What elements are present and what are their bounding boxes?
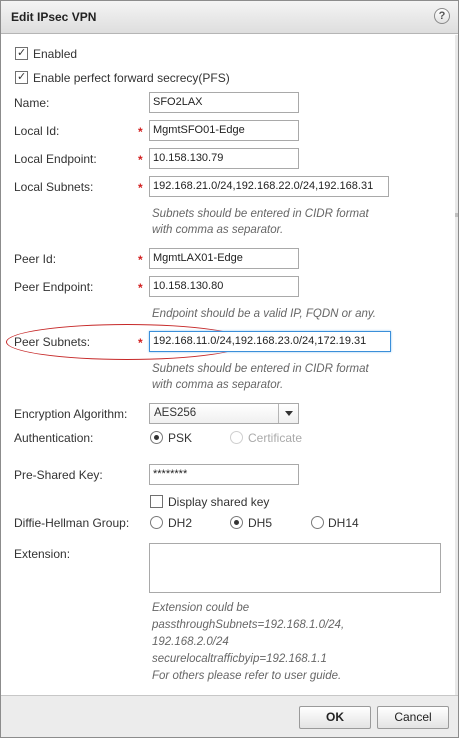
extension-textarea[interactable]	[149, 543, 441, 593]
extension-hint-line: 192.168.2.0/24	[152, 636, 229, 648]
authentication-label: Authentication:	[14, 431, 94, 445]
required-marker: *	[138, 181, 143, 195]
required-marker: *	[138, 153, 143, 167]
psk-radio[interactable]	[150, 431, 163, 444]
display-shared-key-label: Display shared key	[168, 495, 270, 509]
peer-endpoint-label: Peer Endpoint:	[14, 280, 94, 294]
checkmark-icon: ✓	[17, 71, 27, 83]
peer-subnets-hint: with comma as separator.	[152, 379, 284, 391]
local-subnets-hint: Subnets should be entered in CIDR format	[152, 208, 369, 220]
dh14-radio[interactable]	[311, 516, 324, 529]
dh14-label: DH14	[328, 516, 359, 530]
peer-subnets-label: Peer Subnets:	[14, 335, 91, 349]
dh-group-label: Diffie-Hellman Group:	[14, 516, 130, 530]
extension-hint-line: securelocaltrafficbyip=192.168.1.1	[152, 653, 327, 665]
peer-subnets-input[interactable]: 192.168.11.0/24,192.168.23.0/24,172.19.3…	[149, 331, 391, 352]
peer-endpoint-input[interactable]: 10.158.130.80	[149, 276, 299, 297]
local-id-label: Local Id:	[14, 124, 60, 138]
local-subnets-input[interactable]: 192.168.21.0/24,192.168.22.0/24,192.168.…	[149, 176, 389, 197]
enabled-checkbox[interactable]: ✓	[15, 47, 28, 60]
help-icon[interactable]: ?	[434, 8, 450, 24]
cancel-button[interactable]: Cancel	[377, 706, 449, 729]
required-marker: *	[138, 125, 143, 139]
checkmark-icon: ✓	[17, 47, 27, 59]
encryption-selected-value: AES256	[154, 407, 197, 419]
local-subnets-hint: with comma as separator.	[152, 224, 284, 236]
dh2-radio[interactable]	[150, 516, 163, 529]
dh2-label: DH2	[168, 516, 193, 530]
scrollbar-thumb[interactable]	[455, 213, 458, 217]
encryption-label: Encryption Algorithm:	[14, 407, 128, 421]
dh5-radio[interactable]	[230, 516, 243, 529]
ok-button[interactable]: OK	[299, 706, 371, 729]
peer-id-label: Peer Id:	[14, 252, 57, 266]
certificate-label: Certificate	[248, 431, 303, 445]
dh5-label: DH5	[248, 516, 273, 530]
local-endpoint-input[interactable]: 10.158.130.79	[149, 148, 299, 169]
dialog-footer: OK Cancel	[1, 695, 458, 737]
required-marker: *	[138, 281, 143, 295]
enabled-label: Enabled	[33, 47, 78, 61]
scrollbar[interactable]	[455, 35, 458, 695]
dialog-titlebar: Edit IPsec VPN ?	[1, 1, 458, 34]
peer-id-input[interactable]: MgmtLAX01-Edge	[149, 248, 299, 269]
edit-ipsec-vpn-dialog: Edit IPsec VPN ? ✓ Enabled ✓ Enable perf…	[0, 0, 459, 738]
pfs-checkbox[interactable]: ✓	[15, 71, 28, 84]
display-shared-key-checkbox[interactable]	[150, 495, 163, 508]
required-marker: *	[138, 336, 143, 350]
peer-subnets-hint: Subnets should be entered in CIDR format	[152, 363, 369, 375]
local-id-input[interactable]: MgmtSFO01-Edge	[149, 120, 299, 141]
extension-hint-line: Extension could be	[152, 602, 250, 614]
radio-selected-dot	[234, 520, 239, 525]
peer-endpoint-hint: Endpoint should be a valid IP, FQDN or a…	[152, 308, 376, 320]
local-endpoint-label: Local Endpoint:	[14, 152, 97, 166]
chevron-down-icon	[285, 411, 293, 416]
required-marker: *	[138, 253, 143, 267]
name-input[interactable]: SFO2LAX	[149, 92, 299, 113]
extension-label: Extension:	[14, 547, 71, 561]
extension-hint-line: passthroughSubnets=192.168.1.0/24,	[152, 619, 345, 631]
pre-shared-key-label: Pre-Shared Key:	[14, 468, 103, 482]
pre-shared-key-input[interactable]: ********	[149, 464, 299, 485]
extension-hint-line: For others please refer to user guide.	[152, 670, 342, 682]
local-subnets-label: Local Subnets:	[14, 180, 94, 194]
pfs-label: Enable perfect forward secrecy(PFS)	[33, 71, 230, 85]
dropdown-toggle[interactable]	[278, 404, 298, 423]
psk-label: PSK	[168, 431, 193, 445]
certificate-radio	[230, 431, 243, 444]
name-label: Name:	[14, 96, 50, 110]
radio-selected-dot	[154, 435, 159, 440]
encryption-select[interactable]: AES256	[149, 403, 299, 424]
dialog-title: Edit IPsec VPN	[11, 10, 97, 24]
